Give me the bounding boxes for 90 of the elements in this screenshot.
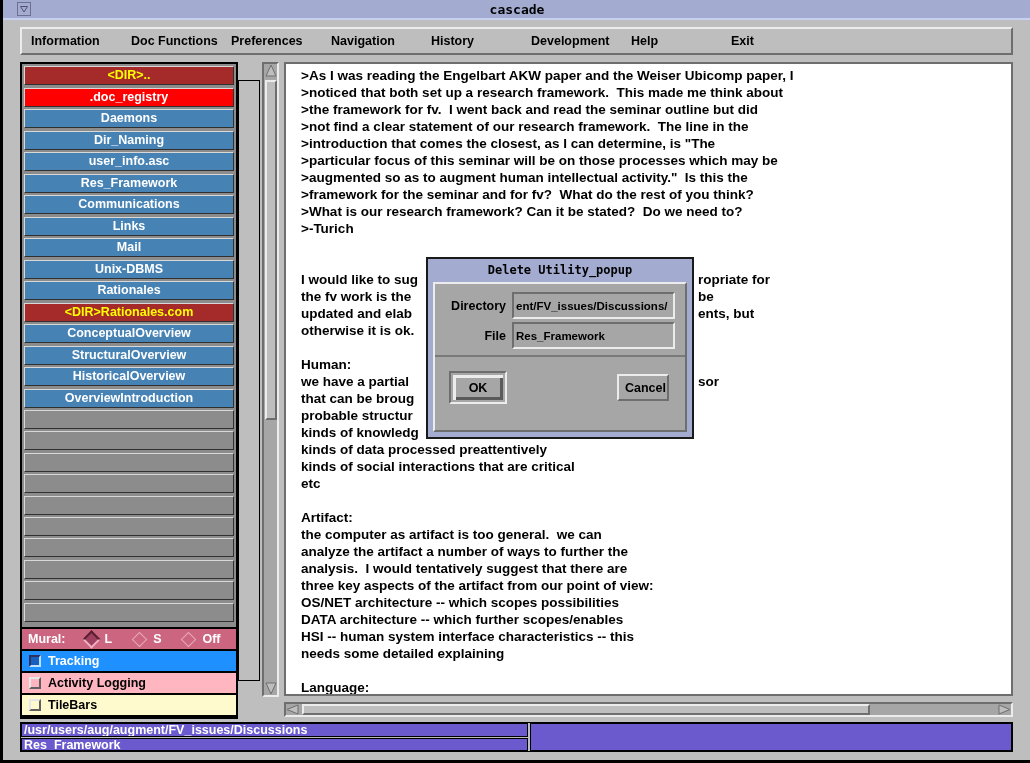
text-line: DATA architecture -- which further scopes/enables <box>301 611 624 628</box>
radio-label[interactable]: S <box>153 632 162 647</box>
file-list-item[interactable]: Mail <box>24 238 234 257</box>
text-line: Artifact: <box>301 509 353 526</box>
text-line: the fv work is the <box>301 288 412 305</box>
menu-item[interactable]: Navigation <box>322 34 422 48</box>
toggle-row[interactable]: Tracking <box>22 651 236 674</box>
scroll-right-icon[interactable] <box>997 704 1011 715</box>
file-list-item[interactable]: .doc_registry <box>24 87 234 107</box>
panel-sash[interactable] <box>238 80 260 681</box>
file-list-item[interactable]: OverviewIntroduction <box>24 388 234 408</box>
text-line: >noticed that both set up a research framework. This made me think about <box>301 84 783 101</box>
checkbox[interactable] <box>29 655 41 668</box>
text-line: >particular focus of this seminar will be on those processes which may be <box>301 152 778 169</box>
text-line: needs some detailed explaining <box>301 645 505 662</box>
text-line: updated and elab <box>301 305 412 322</box>
text-line: >the framework for fv. I went back and read the seminar outline but did <box>301 101 758 118</box>
mural-label: Mural: <box>28 632 66 647</box>
input-field[interactable]: Res_Framework <box>512 322 675 349</box>
text-line: ropriate for <box>698 271 770 288</box>
text-line: the computer as artifact is too general. we can <box>301 526 602 543</box>
menu-item[interactable]: Exit <box>722 34 822 48</box>
horizontal-scrollbar[interactable] <box>284 702 1013 717</box>
window-title: cascade <box>488 1 546 17</box>
text-line: analyze the artifact a number of ways to further the <box>301 543 629 560</box>
dialog-title: Delete Utility_popup <box>486 262 634 280</box>
file-list-item[interactable]: <DIR>Rationales.com <box>24 302 234 322</box>
file-list-item[interactable]: Daemons <box>24 109 234 128</box>
text-line: that can be broug <box>301 390 415 407</box>
text-line: >-Turich <box>301 220 354 237</box>
text-line: be <box>698 288 714 305</box>
file-list-item[interactable]: user_info.asc <box>24 152 234 171</box>
menu-item[interactable]: Doc Functions <box>122 34 222 48</box>
text-line: sor <box>698 373 719 390</box>
file-name: Res_Framework <box>21 737 528 751</box>
text-line: >framework for the seminar and for fv? What do the rest of you think? <box>301 186 754 203</box>
dialog-button[interactable]: OK <box>449 371 507 404</box>
file-list-item[interactable]: HistoricalOverview <box>24 367 234 386</box>
text-line: ents, but <box>698 305 755 322</box>
radio-label[interactable]: L <box>104 632 113 647</box>
toggle-label[interactable]: Tracking <box>48 654 100 669</box>
scroll-down-icon[interactable] <box>264 681 277 695</box>
text-line: we have a partial <box>301 373 410 390</box>
file-list-item[interactable]: ConceptualOverview <box>24 324 234 343</box>
text-line: analysis. I would tentatively suggest that there are <box>301 560 628 577</box>
text-line: >What is our research framework? Can it be stated? Do we need to? <box>301 203 743 220</box>
text-line: probable structur <box>301 407 413 424</box>
scroll-left-icon[interactable] <box>286 704 300 715</box>
file-list-item[interactable]: Res_Framework <box>24 173 234 193</box>
text-line: >augmented so as to augment human intellectual activity." Is this the <box>301 169 748 186</box>
file-list-item[interactable]: Links <box>24 216 234 236</box>
text-line: >As I was reading the Engelbart AKW paper and the Weiser Ubicomp paper, I <box>301 67 794 84</box>
toggle-label[interactable]: Activity Logging <box>48 676 146 691</box>
scroll-up-icon[interactable] <box>264 64 277 78</box>
file-list-item[interactable]: <DIR>.. <box>24 66 234 85</box>
menu-item[interactable]: Development <box>522 34 622 48</box>
text-line: I would like to sug <box>301 271 418 288</box>
text-line: otherwise it is ok. <box>301 322 415 339</box>
file-list-item[interactable]: Dir_Naming <box>24 130 234 150</box>
file-list-item[interactable]: Unix-DBMS <box>24 259 234 279</box>
file-list-item[interactable]: Rationales <box>24 281 234 300</box>
text-line: etc <box>301 475 321 492</box>
vertical-scrollbar[interactable] <box>262 62 279 697</box>
text-line: >introduction that comes the closest, as I can determine, is "The <box>301 135 716 152</box>
file-list-item[interactable]: StructuralOverview <box>24 345 234 365</box>
dialog-button[interactable]: Cancel <box>617 374 669 401</box>
toggle-row[interactable]: Activity Logging <box>22 673 236 696</box>
toggle-label[interactable]: TileBars <box>48 698 98 713</box>
menu-item[interactable]: Information <box>22 34 122 48</box>
radio-label[interactable]: Off <box>202 632 221 647</box>
text-line: OS/NET architecture -- which scopes possibilities <box>301 594 620 611</box>
text-line: Human: <box>301 356 352 373</box>
scroll-thumb[interactable] <box>302 704 870 715</box>
menu-item[interactable]: Preferences <box>222 34 322 48</box>
text-line: kinds of data processed preattentively <box>301 441 548 458</box>
menu-item[interactable]: Help <box>622 34 722 48</box>
toggle-row[interactable]: TileBars <box>22 695 236 718</box>
text-line: kinds of knowledg <box>301 424 419 441</box>
text-line: kinds of social interactions that are critical <box>301 458 575 475</box>
text-line: HSI -- human system interface characteristics -- this <box>301 628 635 645</box>
scroll-thumb[interactable] <box>264 80 277 420</box>
field-label: Directory <box>450 298 507 313</box>
text-line: three key aspects of the artifact from our point of view: <box>301 577 654 594</box>
text-line: >not find a clear statement of our research framework. The line in the <box>301 118 749 135</box>
window-menu-icon[interactable] <box>17 2 31 16</box>
input-field[interactable]: ent/FV_issues/Discussions/ <box>512 292 675 319</box>
field-label: File <box>483 328 507 343</box>
menu-item[interactable]: History <box>422 34 522 48</box>
text-line: Language: <box>301 679 370 694</box>
file-list-item[interactable]: Communications <box>24 195 234 214</box>
